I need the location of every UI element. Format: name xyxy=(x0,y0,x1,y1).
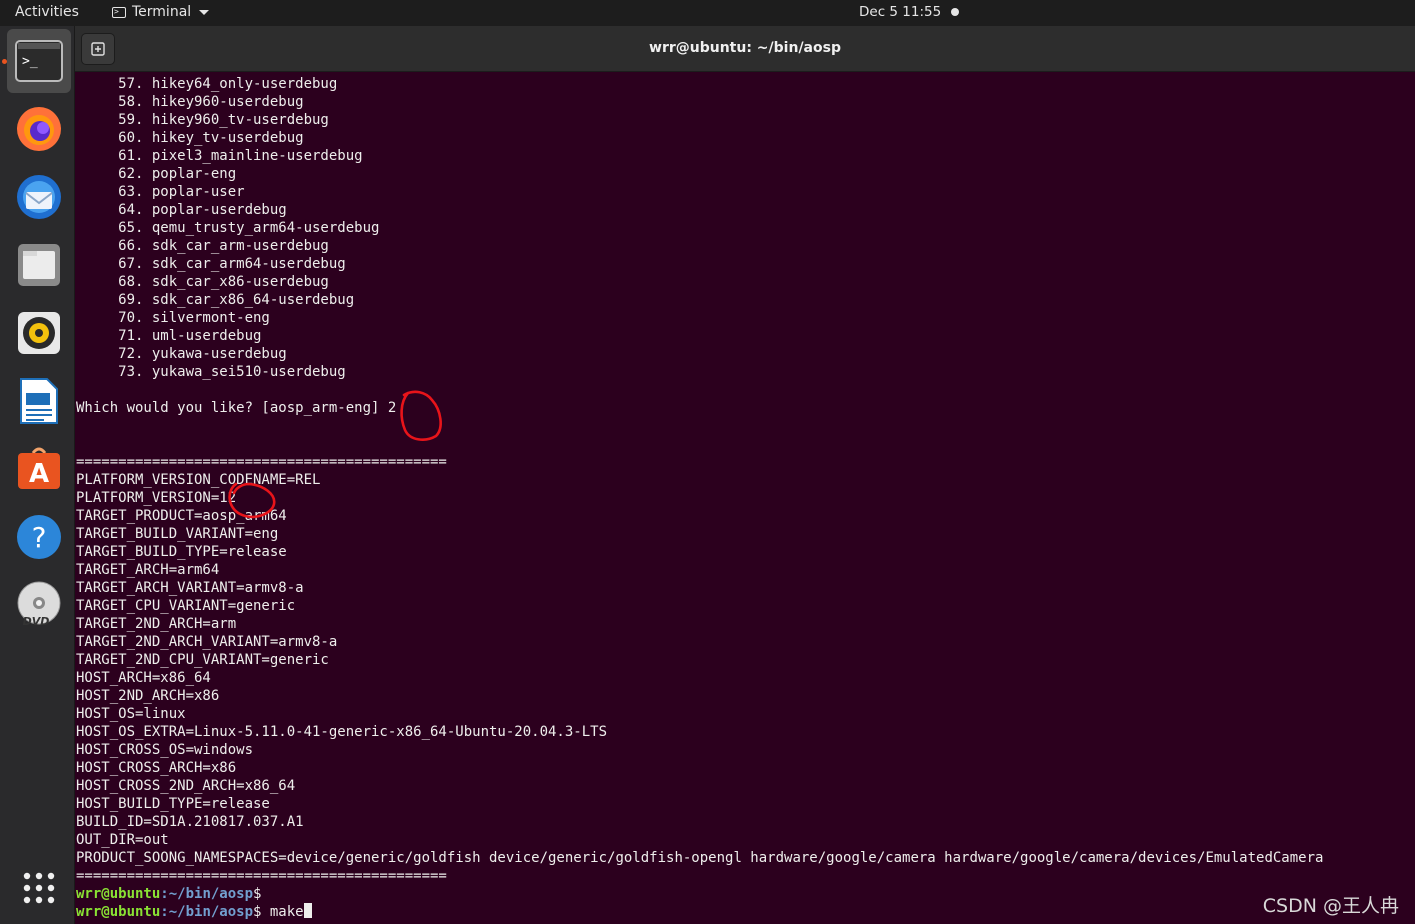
terminal-line: BUILD_ID=SD1A.210817.037.A1 xyxy=(76,814,304,830)
libreoffice-writer-icon xyxy=(20,378,58,424)
prompt-line: wrr@ubuntu:~/bin/aosp$ xyxy=(76,885,1323,903)
terminal-line: 71. uml-userdebug xyxy=(76,328,262,344)
terminal-line: 73. yukawa_sei510-userdebug xyxy=(76,364,346,380)
terminal-line: 62. poplar-eng xyxy=(76,166,237,182)
terminal-line: HOST_ARCH=x86_64 xyxy=(76,670,211,686)
prompt-path: :~/bin/aosp xyxy=(160,904,254,920)
terminal-line: HOST_BUILD_TYPE=release xyxy=(76,796,270,812)
chevron-down-icon xyxy=(199,9,210,15)
terminal-line: 70. silvermont-eng xyxy=(76,310,270,326)
terminal-lines: 57. hikey64_only-userdebug 58. hikey960-… xyxy=(76,75,1323,921)
dock-libreoffice-writer[interactable] xyxy=(7,369,71,433)
prompt-path: :~/bin/aosp xyxy=(160,886,254,902)
notification-dot-icon xyxy=(951,8,959,16)
rhythmbox-icon xyxy=(18,312,60,354)
prompt-command: make xyxy=(261,904,304,920)
terminal-line: 63. poplar-user xyxy=(76,184,245,200)
prompt-user: wrr@ubuntu xyxy=(76,886,161,902)
dock-thunderbird[interactable] xyxy=(7,165,71,229)
terminal-line: HOST_CROSS_ARCH=x86 xyxy=(76,760,237,776)
dock-terminal[interactable]: >_ xyxy=(7,29,71,93)
svg-text:>_: >_ xyxy=(22,54,38,69)
terminal-line: TARGET_2ND_ARCH=arm xyxy=(76,616,237,632)
prompt-line: wrr@ubuntu:~/bin/aosp$ make xyxy=(76,903,1323,921)
terminal-line: TARGET_PRODUCT=aosp_arm64 xyxy=(76,508,287,524)
terminal-line: OUT_DIR=out xyxy=(76,832,169,848)
new-tab-button[interactable] xyxy=(81,33,115,65)
terminal-line: HOST_2ND_ARCH=x86 xyxy=(76,688,220,704)
thunderbird-icon xyxy=(17,175,61,219)
terminal-header-bar: wrr@ubuntu: ~/bin/aosp xyxy=(75,26,1415,72)
terminal-line: ========================================… xyxy=(76,454,447,470)
activities-button[interactable]: Activities xyxy=(15,4,79,20)
terminal-line: TARGET_BUILD_TYPE=release xyxy=(76,544,287,560)
terminal-line: HOST_OS=linux xyxy=(76,706,186,722)
dvd-disc-icon: DVD xyxy=(17,581,61,628)
show-applications-button[interactable] xyxy=(7,856,71,920)
terminal-line: 58. hikey960-userdebug xyxy=(76,94,304,110)
help-icon: ? xyxy=(17,515,61,559)
svg-text:?: ? xyxy=(32,521,47,554)
files-icon xyxy=(18,244,60,286)
dock-firefox[interactable] xyxy=(7,97,71,161)
terminal-app-icon: > xyxy=(112,6,126,18)
terminal-line: PRODUCT_SOONG_NAMESPACES=device/generic/… xyxy=(76,850,1324,866)
dock: >_ A ? DVD xyxy=(0,26,75,924)
terminal-line: TARGET_ARCH_VARIANT=armv8-a xyxy=(76,580,304,596)
terminal-line: HOST_CROSS_OS=windows xyxy=(76,742,254,758)
terminal-line: 68. sdk_car_x86-userdebug xyxy=(76,274,329,290)
app-grid-icon xyxy=(23,872,55,904)
terminal-line: TARGET_ARCH=arm64 xyxy=(76,562,220,578)
terminal-line: 69. sdk_car_x86_64-userdebug xyxy=(76,292,355,308)
terminal-line: 72. yukawa-userdebug xyxy=(76,346,287,362)
terminal-icon: >_ xyxy=(15,40,63,82)
terminal-line: TARGET_CPU_VARIANT=generic xyxy=(76,598,296,614)
ubuntu-software-icon: A xyxy=(18,447,60,489)
clock[interactable]: Dec 5 11:55 xyxy=(859,4,941,20)
terminal-line: TARGET_2ND_CPU_VARIANT=generic xyxy=(76,652,329,668)
text-cursor xyxy=(303,903,312,918)
watermark: CSDN @王人冉 xyxy=(1262,895,1399,917)
dock-dvd[interactable]: DVD xyxy=(7,573,71,637)
app-menu[interactable]: > Terminal xyxy=(112,4,210,20)
terminal-output[interactable]: 57. hikey64_only-userdebug 58. hikey960-… xyxy=(75,72,1415,924)
terminal-line: 61. pixel3_mainline-userdebug xyxy=(76,148,363,164)
new-tab-icon xyxy=(91,42,105,56)
terminal-line: PLATFORM_VERSION=12 xyxy=(76,490,237,506)
app-menu-label: Terminal xyxy=(132,4,192,20)
dock-rhythmbox[interactable] xyxy=(7,301,71,365)
svg-text:DVD: DVD xyxy=(23,615,50,628)
terminal-line: 60. hikey_tv-userdebug xyxy=(76,130,304,146)
terminal-line: 65. qemu_trusty_arm64-userdebug xyxy=(76,220,380,236)
terminal-line: 59. hikey960_tv-userdebug xyxy=(76,112,329,128)
top-bar: Activities > Terminal Dec 5 11:55 xyxy=(0,0,1415,26)
dock-ubuntu-software[interactable]: A xyxy=(7,437,71,501)
firefox-icon xyxy=(17,107,61,151)
terminal-line: Which would you like? [aosp_arm-eng] 2 xyxy=(76,400,397,416)
window-title: wrr@ubuntu: ~/bin/aosp xyxy=(649,40,841,56)
terminal-line: 67. sdk_car_arm64-userdebug xyxy=(76,256,346,272)
dock-help[interactable]: ? xyxy=(7,505,71,569)
dock-files[interactable] xyxy=(7,233,71,297)
terminal-line: PLATFORM_VERSION_CODENAME=REL xyxy=(76,472,321,488)
terminal-line: TARGET_BUILD_VARIANT=eng xyxy=(76,526,279,542)
terminal-line: HOST_OS_EXTRA=Linux-5.11.0-41-generic-x8… xyxy=(76,724,608,740)
prompt-symbol: $ xyxy=(253,886,262,902)
prompt-user: wrr@ubuntu xyxy=(76,904,161,920)
terminal-line: 66. sdk_car_arm-userdebug xyxy=(76,238,329,254)
terminal-line: 64. poplar-userdebug xyxy=(76,202,287,218)
svg-text:A: A xyxy=(29,459,49,489)
terminal-line: TARGET_2ND_ARCH_VARIANT=armv8-a xyxy=(76,634,338,650)
terminal-line: HOST_CROSS_2ND_ARCH=x86_64 xyxy=(76,778,296,794)
terminal-line: ========================================… xyxy=(76,868,447,884)
terminal-line: 57. hikey64_only-userdebug xyxy=(76,76,338,92)
